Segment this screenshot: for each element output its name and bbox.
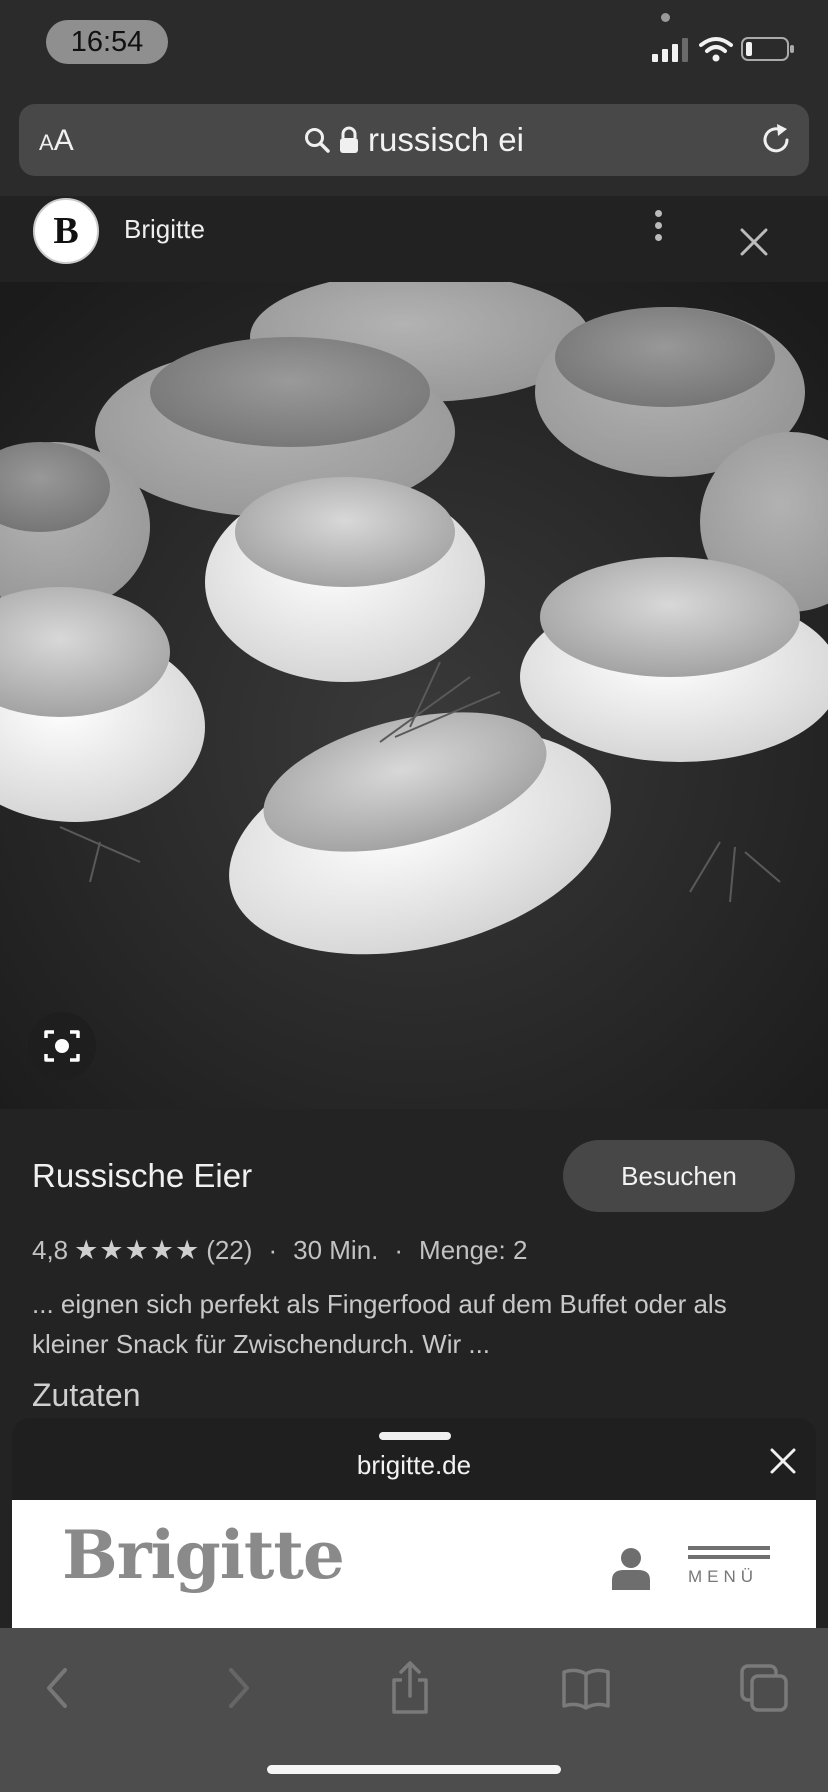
recipe-title: Russische Eier xyxy=(32,1157,253,1194)
privacy-dot-icon xyxy=(661,13,670,22)
lock-icon xyxy=(340,126,359,153)
home-indicator[interactable] xyxy=(267,1765,561,1774)
wifi-icon xyxy=(699,37,733,62)
ingredients-heading: Zutaten xyxy=(32,1377,141,1413)
source-name[interactable]: Brigitte xyxy=(124,214,205,245)
sheet-grabber[interactable] xyxy=(379,1432,451,1440)
browser-address-area: AA russisch ei xyxy=(0,90,828,196)
separator-dot: · xyxy=(394,1235,404,1265)
visit-button[interactable]: Besuchen xyxy=(563,1140,795,1212)
forward-icon[interactable] xyxy=(207,1658,267,1718)
review-count: (22) xyxy=(206,1235,253,1265)
camera-search-icon xyxy=(44,1030,80,1062)
cook-time: 30 Min. xyxy=(293,1235,379,1265)
source-logo[interactable]: B xyxy=(33,198,99,264)
back-icon[interactable] xyxy=(29,1658,89,1718)
source-header: B Brigitte xyxy=(0,196,828,282)
recipe-snippet: ... eignen sich perfekt als Fingerfood a… xyxy=(32,1289,727,1359)
user-icon[interactable] xyxy=(610,1546,652,1590)
recipe-image[interactable] xyxy=(0,282,828,1109)
deviled-eggs-photo xyxy=(0,282,828,1109)
brand-logo[interactable]: Brigitte xyxy=(62,1516,345,1594)
address-field[interactable]: russisch ei xyxy=(19,104,809,176)
menu-icon[interactable]: MENÜ xyxy=(688,1546,770,1590)
battery-icon xyxy=(741,37,794,61)
address-bar[interactable]: AA russisch ei xyxy=(19,104,809,176)
website-preview[interactable]: Brigitte MENÜ xyxy=(12,1500,816,1628)
search-icon xyxy=(305,128,330,153)
close-icon[interactable] xyxy=(768,1446,798,1476)
close-icon[interactable] xyxy=(738,226,770,258)
website-preview-sheet[interactable]: brigitte.de Brigitte MENÜ xyxy=(12,1418,816,1628)
sheet-domain: brigitte.de xyxy=(356,1450,472,1480)
url-text: russisch ei xyxy=(368,121,524,158)
menu-label: MENÜ xyxy=(688,1567,759,1586)
share-icon[interactable] xyxy=(380,1658,440,1718)
recipe-meta: 4,8 ★★★★★ (22) · 30 Min. · Menge: 2 xyxy=(32,1235,527,1266)
lens-search-button[interactable] xyxy=(28,1012,96,1080)
separator-dot: · xyxy=(268,1235,278,1265)
yield-amount: Menge: 2 xyxy=(419,1235,528,1265)
rating-value: 4,8 xyxy=(32,1235,69,1265)
tabs-icon[interactable] xyxy=(734,1658,794,1718)
status-time: 16:54 xyxy=(46,20,168,64)
reload-icon[interactable] xyxy=(759,123,793,157)
bookmarks-icon[interactable] xyxy=(556,1658,616,1718)
status-bar: 16:54 xyxy=(0,0,828,90)
cellular-signal-icon xyxy=(652,38,688,62)
rating-stars: ★★★★★ xyxy=(74,1235,201,1265)
more-options-icon[interactable] xyxy=(650,210,666,250)
